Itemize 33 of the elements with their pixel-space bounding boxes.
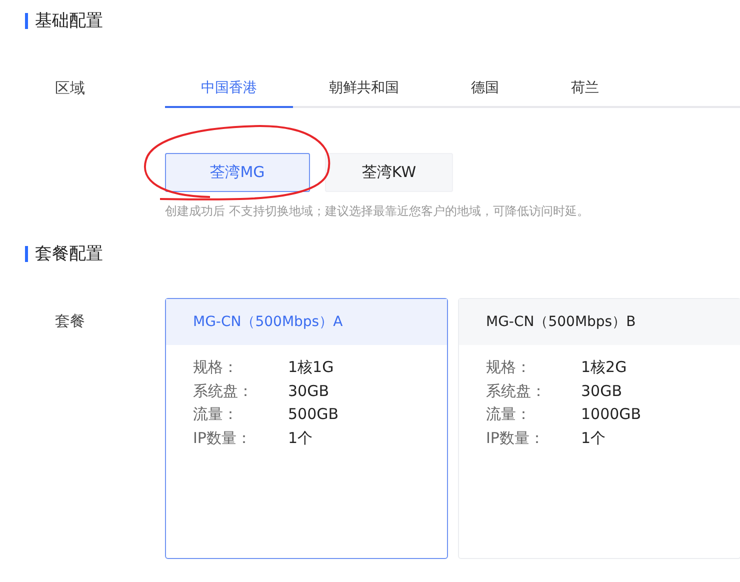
spec-label: 系统盘： [486, 380, 547, 402]
section-marker [25, 246, 28, 262]
spec-value: 1000GB [581, 404, 642, 425]
spec-value: 1个 [581, 428, 607, 448]
section-title: 基础配置 [35, 10, 103, 32]
spec-label: IP数量： [486, 428, 546, 448]
hint-text: 创建成功后 不支持切换地域；建议选择最靠近您客户的地域，可降低访问时延。 [165, 203, 590, 219]
spec-value: 30GB [581, 380, 624, 402]
spec-label: 流量： [193, 404, 239, 425]
section-title: 套餐配置 [35, 243, 103, 265]
region-tab[interactable]: 德国 [435, 70, 535, 108]
field-label: 套餐 [54, 311, 86, 332]
spec-value: 30GB [288, 380, 330, 402]
spec-value: 1核2G [581, 357, 628, 378]
field-label: 区域 [54, 78, 86, 99]
region-tab[interactable]: 朝鲜共和国 [293, 70, 435, 108]
spec-label: 规格： [193, 357, 239, 378]
spec-label: 系统盘： [193, 380, 254, 402]
section-marker [25, 13, 28, 29]
spec-value: 500GB [288, 404, 340, 425]
plan-name: MG-CN（500Mbps）B [459, 299, 740, 345]
spec-label: 流量： [486, 404, 532, 425]
spec-value: 1核1G [288, 357, 335, 378]
spec-label: IP数量： [193, 428, 252, 448]
plan-card[interactable]: MG-CN（500Mbps）B 规格： 1核2G 系统盘： 30GB 流量： 1000GB IP数量： 1个 [458, 298, 740, 559]
plan-name: MG-CN（500Mbps）A [166, 299, 447, 345]
spec-value: 1个 [288, 428, 314, 448]
region-tab[interactable]: 荷兰 [535, 70, 635, 108]
plan-card[interactable]: MG-CN（500Mbps）A 规格： 1核1G 系统盘： 30GB 流量： 500GB IP数量： 1个 [165, 298, 448, 559]
region-tab[interactable]: 中国香港 [165, 70, 293, 108]
zone-option[interactable]: 荃湾KW [325, 153, 453, 192]
zone-option[interactable]: 荃湾MG [165, 153, 310, 192]
spec-label: 规格： [486, 357, 532, 378]
